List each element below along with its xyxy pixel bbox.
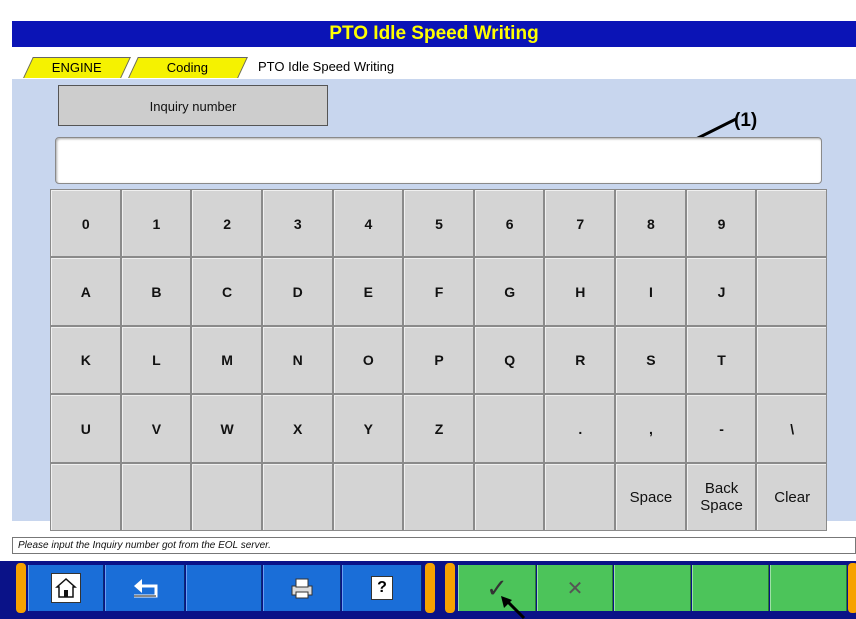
key-6[interactable]: 6: [474, 190, 544, 257]
key-y[interactable]: Y: [333, 395, 403, 462]
key-e[interactable]: E: [333, 258, 403, 325]
toolbar-empty-button[interactable]: [614, 565, 691, 611]
key-l[interactable]: L: [121, 326, 191, 394]
key-i[interactable]: I: [616, 258, 685, 325]
key-blank[interactable]: [51, 463, 120, 530]
key-space[interactable]: Space: [616, 463, 685, 530]
key-w[interactable]: W: [192, 395, 261, 462]
close-icon: ✕: [566, 577, 584, 600]
toolbar-divider: [445, 563, 455, 613]
print-button[interactable]: [263, 565, 341, 611]
key-blank[interactable]: [474, 395, 544, 462]
key-3[interactable]: 3: [262, 190, 332, 257]
key-blank[interactable]: [333, 463, 403, 530]
key-d[interactable]: D: [262, 258, 332, 325]
key-period[interactable]: .: [545, 395, 615, 462]
key-f[interactable]: F: [404, 258, 473, 325]
home-icon: [51, 573, 81, 603]
key-0[interactable]: 0: [51, 190, 120, 257]
page-title: PTO Idle Speed Writing: [12, 21, 856, 47]
key-k[interactable]: K: [51, 326, 120, 394]
key-backspace[interactable]: Back Space: [686, 463, 756, 530]
key-blank[interactable]: [192, 463, 261, 530]
key-blank[interactable]: [404, 463, 473, 530]
home-button[interactable]: [28, 565, 104, 611]
breadcrumb-coding-label: Coding: [167, 60, 209, 75]
toolbar-divider: [848, 563, 856, 613]
key-x[interactable]: X: [262, 395, 332, 462]
key-7[interactable]: 7: [545, 190, 615, 257]
key-clear[interactable]: Clear: [757, 463, 826, 530]
help-button[interactable]: ?: [342, 565, 422, 611]
breadcrumb-engine-label: ENGINE: [51, 60, 102, 75]
key-9[interactable]: 9: [686, 190, 756, 257]
cancel-button[interactable]: ✕: [537, 565, 613, 611]
key-blank[interactable]: [757, 258, 826, 325]
key-g[interactable]: G: [474, 258, 544, 325]
back-arrow-icon: [134, 579, 158, 598]
key-m[interactable]: M: [192, 326, 261, 394]
help-icon: ?: [371, 576, 393, 600]
breadcrumb-current: PTO Idle Speed Writing: [258, 59, 395, 74]
toolbar-empty-button[interactable]: [692, 565, 769, 611]
key-h[interactable]: H: [545, 258, 615, 325]
key-blank[interactable]: [757, 190, 826, 257]
key-1[interactable]: 1: [121, 190, 191, 257]
key-4[interactable]: 4: [333, 190, 403, 257]
key-z[interactable]: Z: [404, 395, 473, 462]
key-q[interactable]: Q: [474, 326, 544, 394]
key-b[interactable]: B: [121, 258, 191, 325]
toolbar-empty-button[interactable]: [770, 565, 847, 611]
toolbar-divider: [425, 563, 435, 613]
toolbar-empty-button[interactable]: [186, 565, 262, 611]
breadcrumb-engine[interactable]: ENGINE: [23, 57, 131, 78]
key-blank[interactable]: [121, 463, 191, 530]
breadcrumb: ENGINE Coding PTO Idle Speed Writing: [12, 57, 856, 79]
key-p[interactable]: P: [404, 326, 473, 394]
key-blank[interactable]: [757, 326, 826, 394]
key-blank[interactable]: [474, 463, 544, 530]
status-message: Please input the Inquiry number got from…: [12, 537, 856, 554]
key-8[interactable]: 8: [616, 190, 685, 257]
key-r[interactable]: R: [545, 326, 615, 394]
key-j[interactable]: J: [686, 258, 756, 325]
key-hyphen[interactable]: -: [686, 395, 756, 462]
key-a[interactable]: A: [51, 258, 120, 325]
keypad: 0 1 2 3 4 5 6 7 8 9 A B C D E F G H I J …: [50, 189, 827, 531]
key-t[interactable]: T: [686, 326, 756, 394]
key-blank[interactable]: [262, 463, 332, 530]
printer-icon: [291, 578, 313, 599]
toolbar-divider: [16, 563, 26, 613]
key-5[interactable]: 5: [404, 190, 473, 257]
pointer-arrow-icon: [501, 596, 526, 619]
key-c[interactable]: C: [192, 258, 261, 325]
key-s[interactable]: S: [616, 326, 685, 394]
key-2[interactable]: 2: [192, 190, 261, 257]
key-n[interactable]: N: [262, 326, 332, 394]
key-v[interactable]: V: [121, 395, 191, 462]
key-o[interactable]: O: [333, 326, 403, 394]
key-blank[interactable]: [545, 463, 615, 530]
breadcrumb-coding[interactable]: Coding: [128, 57, 248, 78]
key-u[interactable]: U: [51, 395, 120, 462]
inquiry-number-input[interactable]: [55, 137, 822, 184]
back-button[interactable]: [105, 565, 185, 611]
inquiry-number-label: Inquiry number: [58, 85, 328, 126]
key-backslash[interactable]: \: [757, 395, 826, 462]
key-comma[interactable]: ,: [616, 395, 685, 462]
